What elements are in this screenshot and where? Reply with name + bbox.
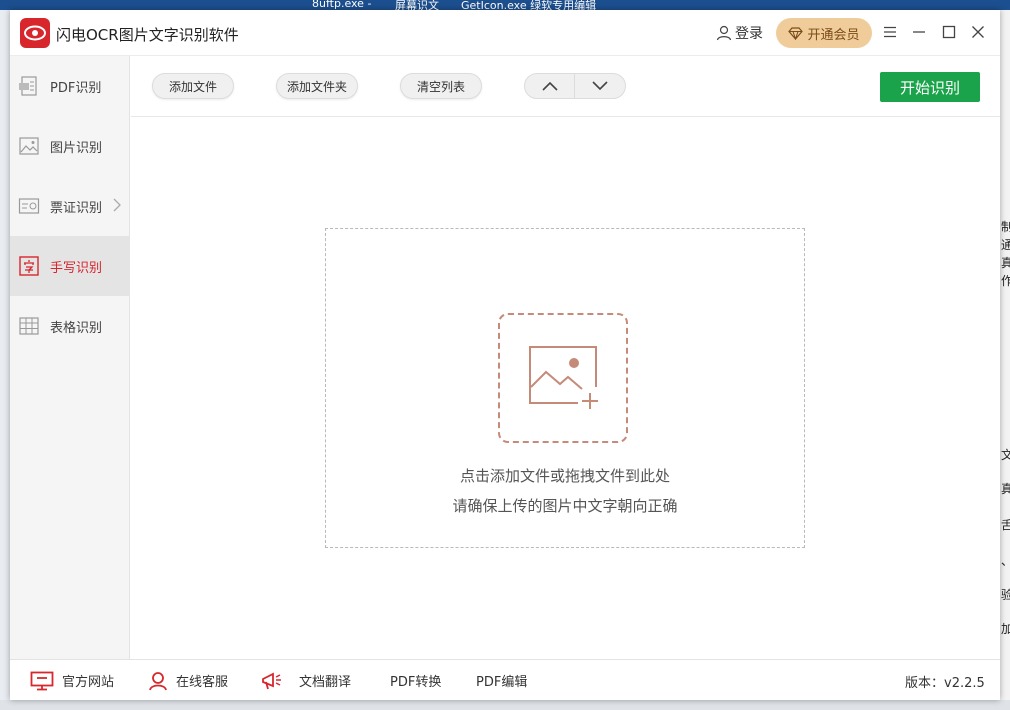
desktop-right-edge: 制 通 真 作 文 真 舌 、 验 加 [1000,10,1010,710]
menu-icon[interactable] [880,22,900,42]
table-icon [19,317,39,335]
footer-bar: 官方网站 在线客服 文档翻译 PDF转换 PDF编辑 版本：v2.2.5 [10,659,1000,700]
footer-label: PDF转换 [390,675,442,690]
monitor-icon [30,671,54,690]
maximize-icon[interactable] [939,22,959,42]
background-char: 真 [1001,482,1010,496]
background-char: 制 [1001,220,1010,234]
sidebar-item-table[interactable]: 表格识别 [10,296,130,356]
sidebar-item-id-card[interactable]: 票证识别 [10,176,130,236]
app-logo-icon [20,18,50,48]
desktop-bottom-edge [0,700,1010,710]
footer-label: PDF编辑 [476,675,528,690]
clear-list-button[interactable]: 清空列表 [400,73,482,99]
megaphone-icon [262,672,281,689]
user-icon [716,25,732,41]
file-drop-zone[interactable]: 点击添加文件或拖拽文件到此处 请确保上传的图片中文字朝向正确 [325,228,805,548]
move-down-button[interactable] [575,74,625,98]
image-icon [19,137,39,155]
toolbar: 添加文件 添加文件夹 清空列表 开始识别 [131,56,1000,117]
move-up-button[interactable] [525,74,575,98]
sidebar-item-label: 票证识别 [50,201,103,216]
pdf-icon [19,76,37,96]
vip-button[interactable]: 开通会员 [776,18,872,48]
desktop-left-edge [0,10,10,710]
handwriting-icon [19,256,39,276]
close-icon[interactable] [968,22,988,42]
taskbar-item[interactable]: 8uftp.exe - [312,0,371,10]
chevron-up-icon [541,81,558,91]
sidebar-item-handwriting[interactable]: 手写识别 [10,236,130,296]
pdf-convert-link[interactable]: PDF转换 [390,660,441,701]
diamond-icon [788,26,804,40]
background-char: 舌 [1001,518,1010,532]
app-window: 闪电OCR图片文字识别软件 登录 开通会员 PDF识别 图片识别 票证识别 手写… [10,10,1000,700]
background-char: 验 [1001,588,1010,602]
footer-label: 文档翻译 [299,675,352,690]
drop-hint-secondary: 请确保上传的图片中文字朝向正确 [452,497,678,515]
sidebar-item-pdf[interactable]: PDF识别 [10,56,130,116]
id-card-icon [18,198,40,214]
desktop-taskbar-strip: 8uftp.exe - 屏幕识文 GetIcon.exe 绿软专用编辑 [0,0,1010,12]
start-recognition-button[interactable]: 开始识别 [880,72,980,102]
sidebar-item-label: 手写识别 [50,261,103,276]
footer-label: 官方网站 [62,675,115,690]
app-title: 闪电OCR图片文字识别软件 [56,26,239,44]
sidebar: PDF识别 图片识别 票证识别 手写识别 表格识别 [10,56,130,659]
minimize-icon[interactable] [909,22,929,42]
customer-service-icon [149,671,167,690]
add-image-box[interactable] [498,313,628,443]
move-order-group [524,73,626,99]
footer-label: 在线客服 [176,675,229,690]
sidebar-item-label: 图片识别 [50,141,103,156]
add-image-icon [529,346,598,409]
chevron-right-icon [113,198,121,212]
login-label: 登录 [735,26,763,42]
chevron-down-icon [592,81,608,91]
official-website-link[interactable]: 官方网站 [30,660,114,701]
sidebar-item-label: PDF识别 [50,81,102,96]
title-bar: 闪电OCR图片文字识别软件 登录 开通会员 [10,10,1000,56]
online-support-link[interactable]: 在线客服 [148,660,228,701]
vip-label: 开通会员 [807,27,860,43]
add-file-button[interactable]: 添加文件 [152,73,234,99]
add-folder-button[interactable]: 添加文件夹 [276,73,358,99]
background-char: 作 [1001,274,1010,288]
document-translate-link[interactable]: 文档翻译 [261,660,351,701]
background-char: 、 [1001,552,1010,569]
version-label: 版本：v2.2.5 [905,676,985,691]
drop-hint-primary: 点击添加文件或拖拽文件到此处 [459,467,670,485]
background-char: 真 [1001,256,1010,270]
sidebar-item-label: 表格识别 [50,321,103,336]
pdf-edit-link[interactable]: PDF编辑 [476,660,527,701]
login-button[interactable]: 登录 [716,23,763,43]
background-char: 文 [1001,448,1010,462]
background-char: 通 [1001,238,1010,252]
background-char: 加 [1001,622,1010,636]
sidebar-item-image[interactable]: 图片识别 [10,116,130,176]
